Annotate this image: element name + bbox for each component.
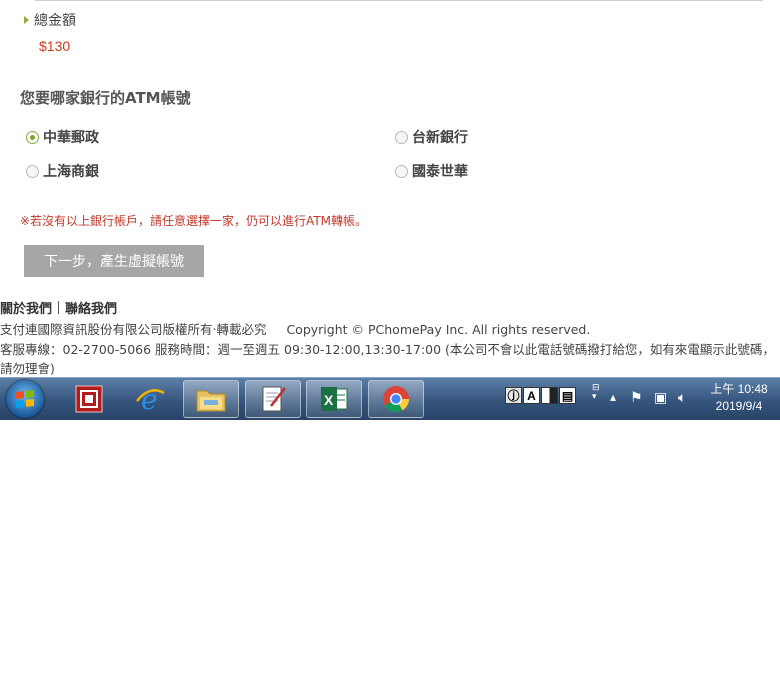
ime-options-icon[interactable]: ⊟ ▾ — [592, 384, 600, 402]
ime-letter-icon[interactable]: A — [523, 387, 540, 404]
volume-icon[interactable]: 🔈︎ — [678, 390, 686, 406]
bank-option-shanghai[interactable]: 上海商銀 — [26, 161, 99, 181]
total-amount: $130 — [39, 38, 71, 54]
ime-halfwidth-icon[interactable] — [541, 387, 558, 404]
service-info: 客服專線：02-2700-5066 服務時間：週一至週五 09:30-12:00… — [0, 342, 775, 376]
copyright-en: Copyright © PChomePay Inc. All rights re… — [286, 322, 591, 337]
next-button[interactable]: 下一步，產生虛擬帳號 — [24, 245, 204, 277]
bank-question: 您要哪家銀行的ATM帳號 — [20, 89, 191, 107]
excel-icon[interactable]: X — [306, 380, 362, 418]
file-explorer-icon[interactable] — [183, 380, 239, 418]
clock-time: 上午 10:48 — [710, 382, 768, 396]
bank-option-cathay[interactable]: 國泰世華 — [395, 161, 468, 181]
clock-date: 2019/9/4 — [715, 399, 763, 413]
copyright-line: 支付連國際資訊股份有限公司版權所有‧轉載必究 Copyright © PChom… — [0, 319, 590, 338]
chrome-icon[interactable] — [368, 380, 424, 418]
clock[interactable]: 上午 10:48 2019/9/4 — [700, 381, 778, 415]
network-icon[interactable]: ▣ — [654, 390, 667, 406]
contact-link[interactable]: 聯絡我們 — [65, 298, 117, 317]
radio-selected-icon[interactable] — [26, 130, 39, 144]
ime-pad-icon[interactable]: ▤ — [559, 387, 576, 404]
footer-links: 關於我們 聯絡我們 — [0, 298, 117, 317]
bank-option-chunghwa-post[interactable]: 中華郵政 — [26, 127, 99, 147]
copyright-cn: 支付連國際資訊股份有限公司版權所有‧轉載必究 — [0, 322, 267, 337]
notepad-icon[interactable] — [245, 380, 301, 418]
internet-explorer-icon[interactable]: e — [122, 380, 178, 418]
bank-option-label: 台新銀行 — [412, 130, 468, 146]
divider — [35, 0, 763, 1]
about-link[interactable]: 關於我們 — [0, 298, 52, 317]
radio-icon[interactable] — [395, 164, 408, 178]
app-icon[interactable] — [61, 380, 117, 418]
bank-option-label: 國泰世華 — [412, 164, 468, 180]
bank-option-label: 上海商銀 — [43, 164, 99, 180]
ime-mode-icon[interactable]: ⓙ — [505, 387, 522, 404]
show-hidden-icons-icon[interactable]: ▴ — [610, 390, 616, 404]
radio-icon[interactable] — [26, 164, 39, 178]
bank-option-label: 中華郵政 — [43, 130, 99, 146]
bullet-triangle-icon — [24, 16, 29, 24]
svg-text:e: e — [141, 383, 158, 415]
total-label: 總金額 — [34, 13, 76, 29]
bank-note: ※若沒有以上銀行帳戶，請任意選擇一家，仍可以進行ATM轉帳。 — [20, 214, 368, 228]
ime-toolbar: ⓙ A ▤ — [505, 387, 576, 404]
windows-logo-icon — [16, 390, 34, 408]
action-center-icon[interactable]: ⚑ — [630, 390, 643, 406]
radio-icon[interactable] — [395, 130, 408, 144]
total-label-row: 總金額 — [24, 10, 76, 30]
svg-text:X: X — [324, 392, 334, 408]
taskbar: e X ⓙ A ▤ ⊟ ▾ ▴ ⚑ ▣ 🔈︎ 上午 10:48 2019/9/4 — [0, 377, 780, 420]
link-separator — [58, 301, 60, 314]
start-icon[interactable] — [6, 380, 44, 418]
bank-option-taishin[interactable]: 台新銀行 — [395, 127, 468, 147]
